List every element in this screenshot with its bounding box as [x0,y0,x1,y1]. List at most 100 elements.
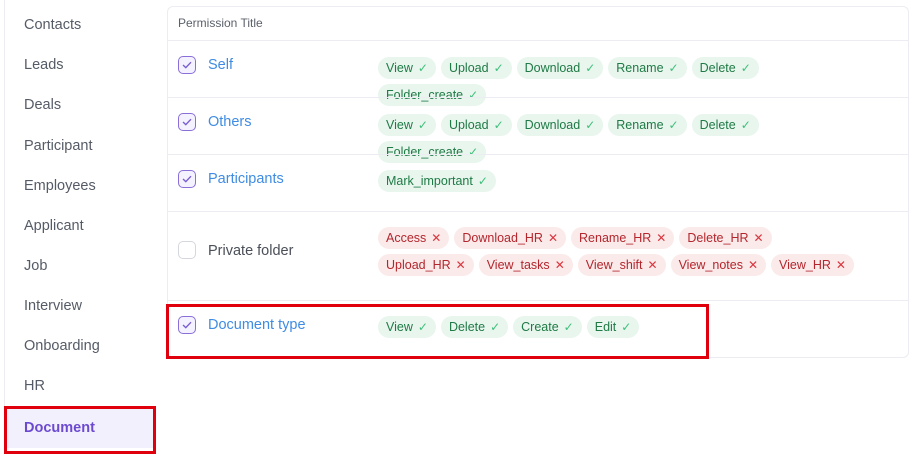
permission-chip-edit: Edit ✓ [586,316,640,338]
chip-label: Rename_HR [579,231,652,245]
document-type-permission-chips: View ✓ Delete ✓ Create ✓ Edit ✓ [378,316,858,338]
permission-chip-access: Access ✕ [378,227,450,249]
chip-label: Delete_HR [687,231,749,245]
permission-chip-delete: Delete ✓ [440,316,509,338]
participants-title[interactable]: Participants [208,171,284,187]
private-folder-title: Private folder [208,243,294,259]
cross-icon: ✕ [747,258,759,272]
chip-label: Download [524,118,581,132]
chip-label: View [386,118,413,132]
check-icon: ✓ [621,320,632,334]
permission-row-private-folder: Private folder Access ✕ Download_HR ✕ Rename_… [168,211,908,300]
permission-chip-view: View ✓ [378,57,436,79]
cross-icon: ✕ [647,258,658,272]
permission-chip-view-shift: View_shift ✕ [577,254,666,276]
sidebar: Contacts Leads Deals Participant Employe… [4,0,155,454]
chip-label: Create [521,320,559,334]
permission-chip-upload-hr: Upload_HR ✕ [378,254,474,276]
cross-icon: ✕ [431,231,442,245]
participants-checkbox[interactable] [178,170,196,188]
check-icon: ✓ [417,118,428,132]
chip-label: Download_HR [462,231,543,245]
permission-chip-download-hr: Download_HR ✕ [454,227,567,249]
document-type-title[interactable]: Document type [208,317,306,333]
chip-label: Delete [448,320,486,334]
sidebar-item-onboarding[interactable]: Onboarding [5,328,155,364]
check-icon: ✓ [563,320,574,334]
check-icon: ✓ [668,118,679,132]
sidebar-item-document[interactable]: Document [5,408,155,448]
chip-label: Delete [699,118,736,132]
sidebar-item-deals[interactable]: Deals [5,87,155,123]
permission-chip-view: View ✓ [378,316,436,338]
cross-icon: ✕ [547,231,559,245]
check-icon: ✓ [417,61,428,75]
check-icon: ✓ [493,118,504,132]
private-folder-checkbox[interactable] [178,241,196,259]
sidebar-item-leads[interactable]: Leads [5,47,155,83]
permissions-table: Permission Title Self View ✓ Upload ✓ Downloa… [167,6,909,358]
chip-label: Mark_important [386,174,473,188]
permission-row-self: Self View ✓ Upload ✓ Download ✓ Rename ✓ Delete ✓ F… [168,40,908,106]
chip-label: View_notes [678,258,743,272]
chip-label: View [386,320,413,334]
permission-chip-view: View ✓ [378,114,436,136]
chip-label: View_tasks [486,258,550,272]
check-icon: ✓ [477,174,488,188]
permission-chip-delete: Delete ✓ [691,57,759,79]
sidebar-item-employees[interactable]: Employees [5,168,155,204]
permission-chip-delete: Delete ✓ [691,114,759,136]
chip-label: Upload [448,118,489,132]
sidebar-item-interview[interactable]: Interview [5,288,155,324]
permission-chip-rename-hr: Rename_HR ✕ [571,227,675,249]
chip-label: Download [524,61,581,75]
permission-row-participants: Participants Mark_important ✓ [168,154,908,211]
permission-chip-upload: Upload ✓ [440,57,512,79]
check-icon: ✓ [490,320,501,334]
others-checkbox[interactable] [178,113,196,131]
document-type-checkbox[interactable] [178,316,196,334]
chip-label: View_shift [585,258,643,272]
permission-chip-download: Download ✓ [516,114,604,136]
chip-label: Rename [616,118,664,132]
permission-row-document-type: Document type View ✓ Delete ✓ Create ✓ Edit ✓ [168,300,908,358]
sidebar-item-job[interactable]: Job [5,248,155,284]
chip-label: Upload [448,61,489,75]
chip-label: Delete [699,61,736,75]
private-folder-permission-chips: Access ✕ Download_HR ✕ Rename_HR ✕ Delete_HR ✕ U… [378,227,858,276]
self-checkbox[interactable] [178,56,196,74]
self-title[interactable]: Self [208,57,233,73]
check-icon: ✓ [740,61,751,75]
permission-row-others: Others View ✓ Upload ✓ Download ✓ Rename ✓ Delete… [168,97,908,163]
check-icon: ✓ [493,61,504,75]
sidebar-item-hr[interactable]: HR [5,368,155,404]
check-icon: ✓ [417,320,428,334]
permission-chip-delete-hr: Delete_HR ✕ [679,227,772,249]
permission-chip-rename: Rename ✓ [608,114,687,136]
chip-label: View [386,61,413,75]
participants-permission-chips: Mark_important ✓ [378,170,858,192]
chip-label: Edit [594,320,617,334]
cross-icon: ✕ [835,258,846,272]
others-title[interactable]: Others [208,114,252,130]
sidebar-item-contacts[interactable]: Contacts [5,7,155,43]
chip-label: Access [386,231,427,245]
permission-chip-create: Create ✓ [513,316,582,338]
chip-label: Upload_HR [386,258,451,272]
permission-chip-rename: Rename ✓ [608,57,687,79]
sidebar-item-participant[interactable]: Participant [5,128,155,164]
permission-title-header: Permission Title [178,16,263,30]
check-icon: ✓ [585,61,596,75]
cross-icon: ✕ [554,258,565,272]
permission-chip-download: Download ✓ [516,57,604,79]
check-icon: ✓ [740,118,751,132]
sidebar-item-applicant[interactable]: Applicant [5,208,155,244]
cross-icon: ✕ [656,231,667,245]
permission-chip-mark-important: Mark_important ✓ [378,170,496,192]
chip-label: View_HR [779,258,831,272]
cross-icon: ✕ [455,258,466,272]
permission-chip-view-notes: View_notes ✕ [670,254,767,276]
chip-label: Rename [616,61,664,75]
permission-chip-view-tasks: View_tasks ✕ [478,254,573,276]
permission-chip-view-hr: View_HR ✕ [771,254,854,276]
